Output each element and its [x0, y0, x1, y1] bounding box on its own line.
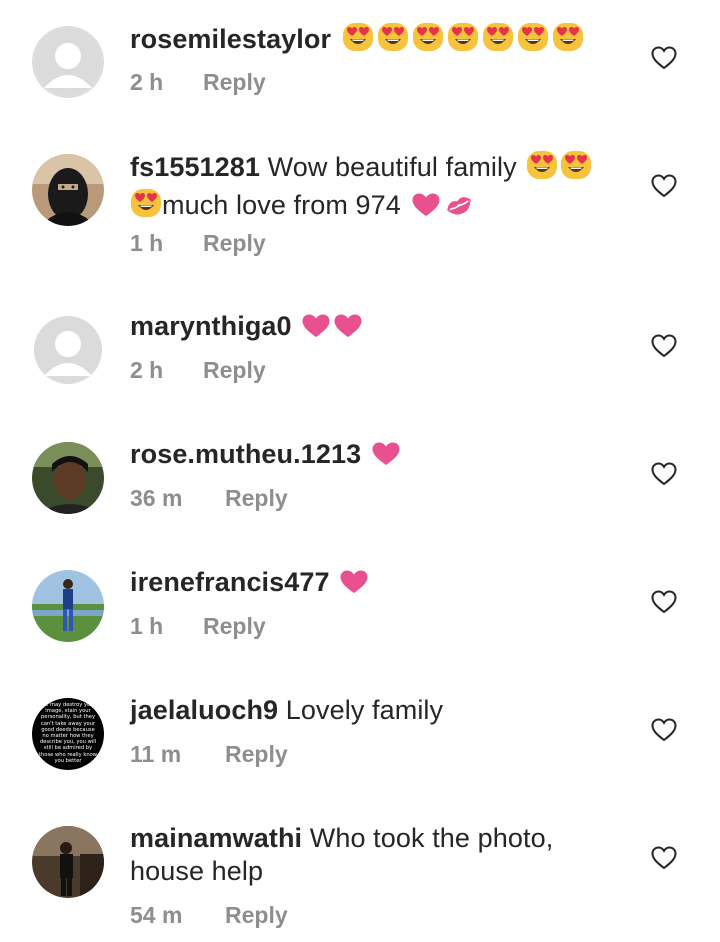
pink-heart-emoji-icon — [340, 570, 368, 593]
comment-body: marynthiga0 — [130, 310, 630, 347]
heart-eyes-emoji-icon — [527, 151, 558, 179]
comment-username[interactable]: fs1551281 — [130, 152, 260, 182]
comment-time: 36 m — [130, 485, 183, 511]
reply-button[interactable]: Reply — [225, 485, 288, 512]
like-heart-icon[interactable] — [651, 174, 677, 198]
comment-body: irenefrancis477 — [130, 566, 630, 603]
comment-meta: 2 h Reply — [130, 357, 266, 384]
like-heart-icon[interactable] — [651, 590, 677, 614]
reply-button[interactable]: Reply — [203, 613, 266, 640]
niqab-avatar-icon — [32, 154, 104, 226]
comment-username[interactable]: rosemilestaylor — [130, 24, 331, 54]
comment-body: jaelaluoch9 Lovely family — [130, 694, 630, 727]
reply-button[interactable]: Reply — [225, 741, 288, 768]
selfie-avatar-icon — [32, 442, 104, 514]
avatar-quote-text: We may destroy your image, stain your pe… — [38, 702, 98, 764]
heart-eyes-emoji-icon — [412, 23, 443, 51]
heart-eyes-emoji-icon — [552, 23, 583, 51]
comment-username[interactable]: rose.mutheu.1213 — [130, 439, 361, 469]
like-heart-icon[interactable] — [651, 846, 677, 870]
comment-username[interactable]: marynthiga0 — [130, 311, 292, 341]
comment-text: house help — [130, 856, 264, 886]
comment-meta: 54 m Reply — [130, 902, 288, 929]
comment-body: rosemilestaylor — [130, 22, 630, 60]
comment-time: 11 m — [130, 741, 182, 767]
default-avatar-icon — [32, 26, 104, 98]
like-heart-icon[interactable] — [651, 334, 677, 358]
comment-body: mainamwathi Who took the photo, house he… — [130, 822, 630, 888]
pink-heart-emoji-icon — [334, 314, 362, 337]
comment-body: rose.mutheu.1213 — [130, 438, 630, 475]
heart-eyes-emoji-icon — [131, 189, 161, 217]
avatar-photo[interactable] — [32, 570, 104, 642]
comment-time: 1 h — [130, 230, 164, 256]
heart-eyes-emoji-icon — [377, 23, 408, 51]
heart-eyes-emoji-icon — [342, 23, 373, 51]
heart-eyes-emoji-icon — [482, 23, 513, 51]
heart-eyes-emoji-icon — [561, 151, 592, 179]
heart-eyes-emoji-icon — [447, 23, 478, 51]
reply-button[interactable]: Reply — [203, 230, 266, 257]
outdoor-avatar-icon — [32, 570, 104, 642]
comment-username[interactable]: mainamwathi — [130, 823, 302, 853]
pink-heart-emoji-icon — [372, 442, 400, 465]
comment-body: fs1551281 Wow beautiful family much love… — [130, 150, 630, 226]
comment-text: Lovely family — [278, 695, 444, 725]
default-avatar-icon — [34, 316, 102, 384]
comment-time: 54 m — [130, 902, 183, 928]
comment-meta: 1 h Reply — [130, 613, 266, 640]
comment-meta: 1 h Reply — [130, 230, 266, 257]
comment-meta: 36 m Reply — [130, 485, 288, 512]
comment-meta: 2 h Reply — [130, 69, 266, 96]
avatar-quote[interactable]: We may destroy your image, stain your pe… — [32, 698, 104, 770]
avatar-photo[interactable] — [32, 154, 104, 226]
pink-heart-emoji-icon — [412, 193, 440, 216]
comment-text: Who took the photo, — [302, 823, 554, 853]
avatar-default[interactable] — [32, 26, 104, 98]
heart-eyes-emoji-icon — [517, 23, 548, 51]
emoji-row — [339, 23, 584, 54]
comment-time: 2 h — [130, 69, 164, 95]
reply-button[interactable]: Reply — [203, 357, 266, 384]
like-heart-icon[interactable] — [651, 718, 677, 742]
pink-heart-emoji-icon — [302, 314, 330, 337]
comment-username[interactable]: irenefrancis477 — [130, 567, 330, 597]
avatar-photo[interactable] — [32, 442, 104, 514]
comment-username[interactable]: jaelaluoch9 — [130, 695, 278, 725]
avatar-photo[interactable] — [32, 826, 104, 898]
avatar-default[interactable] — [32, 314, 104, 386]
comment-time: 1 h — [130, 613, 164, 639]
comment-meta: 11 m Reply — [130, 741, 288, 768]
like-heart-icon[interactable] — [651, 462, 677, 486]
comment-text: Wow beautiful family — [260, 152, 525, 182]
kiss-mark-emoji-icon — [446, 197, 471, 215]
like-heart-icon[interactable] — [651, 46, 677, 70]
reply-button[interactable]: Reply — [203, 69, 266, 96]
portrait-avatar-icon — [32, 826, 104, 898]
reply-button[interactable]: Reply — [225, 902, 288, 929]
comment-time: 2 h — [130, 357, 164, 383]
comment-text: much love from 974 — [162, 190, 409, 220]
